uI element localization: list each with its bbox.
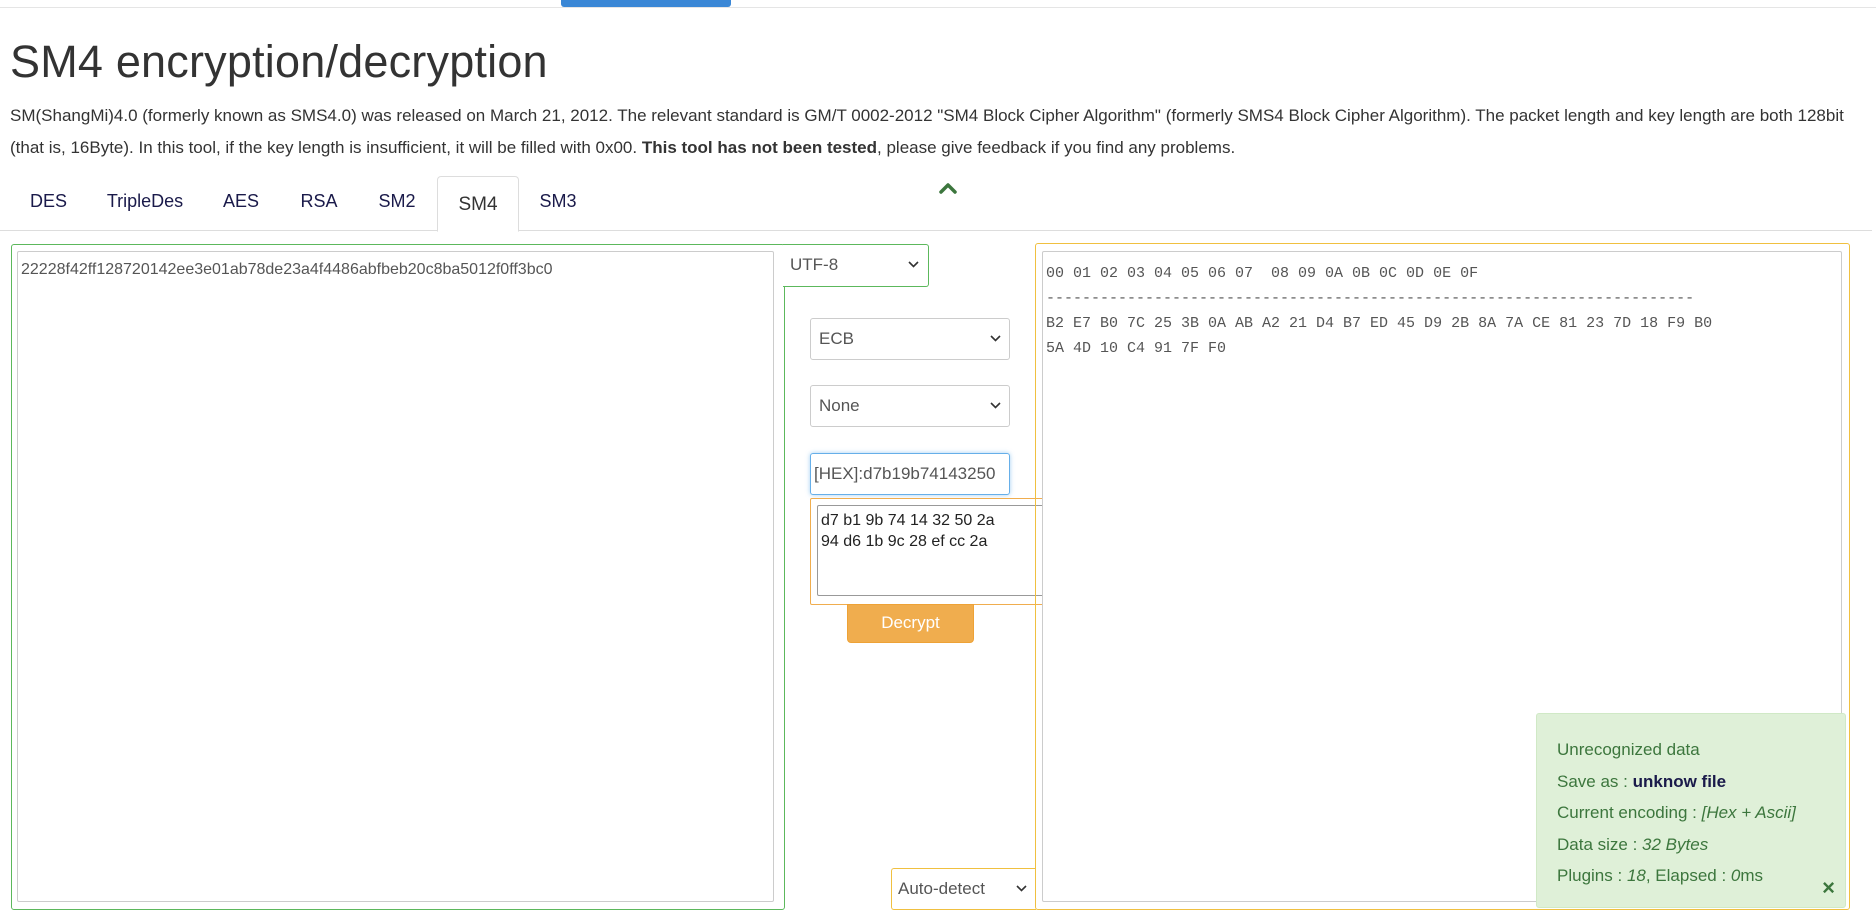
tab-sm2[interactable]: SM2: [378, 176, 416, 230]
info-save-as: Save as : unknow file: [1557, 766, 1845, 798]
output-encoding-value: Auto-detect: [898, 879, 985, 898]
plugins-label: Plugins :: [1557, 866, 1627, 885]
chevron-down-icon: [990, 402, 1001, 409]
key-hex-textarea[interactable]: d7 b1 9b 74 14 32 50 2a 94 d6 1b 9c 28 e…: [817, 505, 1069, 596]
data-info-panel: Unrecognized data Save as : unknow file …: [1536, 713, 1846, 908]
page-title: SM4 encryption/decryption: [10, 36, 548, 87]
description-warning: This tool has not been tested: [641, 138, 878, 157]
size-value: 32 Bytes: [1642, 834, 1709, 854]
tab-sm3[interactable]: SM3: [539, 176, 577, 230]
close-icon[interactable]: ×: [1822, 877, 1835, 899]
info-encoding: Current encoding : [Hex + Ascii]: [1557, 797, 1845, 829]
chevron-down-icon: [908, 260, 919, 268]
tab-aes[interactable]: AES: [222, 176, 260, 230]
active-nav-indicator: [561, 0, 731, 7]
tab-rsa[interactable]: RSA: [300, 176, 338, 230]
cipher-tabs: DES TripleDes AES RSA SM2 SM4 SM3: [0, 176, 1872, 232]
input-textarea[interactable]: 22228f42ff128720142ee3e01ab78de23a4f4486…: [17, 251, 774, 902]
save-as-link[interactable]: unknow file: [1633, 772, 1727, 791]
top-nav-line: [0, 0, 1876, 8]
mode-value: ECB: [819, 329, 854, 348]
page-description: SM(ShangMi)4.0 (formerly known as SMS4.0…: [10, 100, 1860, 164]
output-encoding-select[interactable]: Auto-detect: [894, 871, 1035, 907]
elapsed-unit: ms: [1740, 866, 1764, 885]
padding-select[interactable]: None: [810, 385, 1010, 427]
size-label: Data size :: [1557, 834, 1643, 854]
mode-select[interactable]: ECB: [810, 318, 1010, 360]
chevron-down-icon: [990, 335, 1001, 342]
tab-sm4[interactable]: SM4: [437, 176, 519, 232]
chevron-up-icon[interactable]: [938, 180, 958, 196]
info-status: Unrecognized data: [1557, 740, 1700, 759]
encoding-value: [Hex + Ascii]: [1701, 803, 1796, 822]
input-encoding-select[interactable]: UTF-8: [785, 246, 927, 283]
save-as-label: Save as :: [1557, 771, 1633, 791]
input-encoding-value: UTF-8: [790, 255, 839, 274]
tab-tripledes[interactable]: TripleDes: [106, 176, 184, 230]
decrypt-button[interactable]: Decrypt: [847, 604, 974, 643]
encoding-label: Current encoding :: [1557, 803, 1702, 822]
tab-des[interactable]: DES: [30, 176, 67, 230]
info-size: Data size : 32 Bytes: [1557, 829, 1845, 861]
info-plugins: Plugins : 18, Elapsed : 0ms: [1557, 860, 1845, 892]
chevron-down-icon: [1016, 885, 1027, 892]
hex-line: 5A 4D 10 C4 91 7F F0: [1046, 340, 1227, 357]
elapsed-value: 0: [1730, 866, 1741, 885]
description-text-end: , please give feedback if you find any p…: [877, 138, 1236, 157]
hex-header: 00 01 02 03 04 05 06 07 08 09 0A 0B 0C 0…: [1046, 265, 1479, 282]
hex-line: B2 E7 B0 7C 25 3B 0A AB A2 21 D4 B7 ED 4…: [1046, 315, 1713, 332]
plugins-value: 18: [1626, 866, 1646, 885]
elapsed-label: , Elapsed :: [1645, 866, 1731, 885]
padding-value: None: [819, 396, 860, 415]
key-input[interactable]: [HEX]:d7b19b74143250: [810, 453, 1010, 495]
hex-separator: ----------------------------------------…: [1046, 290, 1695, 307]
